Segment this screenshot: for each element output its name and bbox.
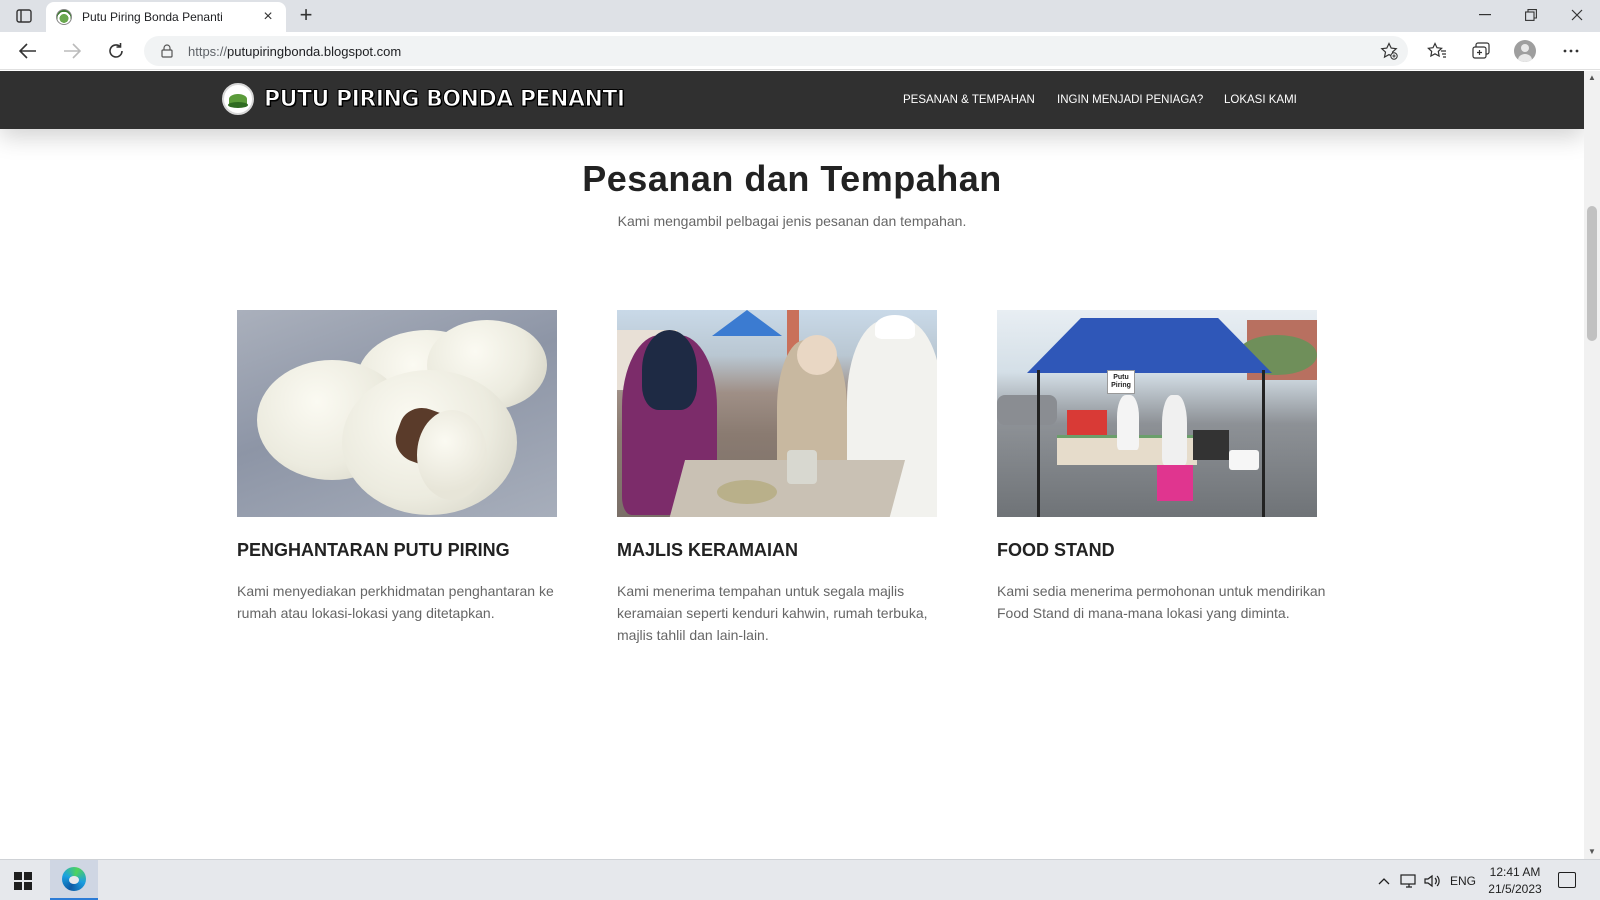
back-icon[interactable] bbox=[14, 38, 42, 64]
menu-item-peniaga[interactable]: INGIN MENJADI PENIAGA? bbox=[1057, 94, 1203, 106]
windows-start-icon[interactable] bbox=[14, 872, 32, 890]
site-brand[interactable]: PUTU PIRING BONDA PENANTI bbox=[222, 83, 626, 115]
close-window-icon[interactable] bbox=[1554, 0, 1600, 30]
site-favicon-icon bbox=[56, 9, 72, 25]
card-title: FOOD STAND bbox=[997, 540, 1115, 560]
screen: Putu Piring Bonda Penanti × + https://pu… bbox=[0, 0, 1600, 900]
page-viewport: PUTU PIRING BONDA PENANTI PESANAN & TEMP… bbox=[0, 71, 1584, 859]
forward-icon[interactable] bbox=[58, 38, 86, 64]
tab-close-icon[interactable]: × bbox=[260, 9, 276, 25]
tab-title: Putu Piring Bonda Penanti bbox=[82, 10, 223, 24]
putu-piring-photo bbox=[237, 310, 557, 517]
restore-icon[interactable] bbox=[1508, 0, 1554, 30]
brand-title[interactable]: PUTU PIRING BONDA PENANTI bbox=[264, 86, 626, 112]
tray-chevron-icon[interactable] bbox=[1378, 860, 1390, 900]
service-card-food-stand: Putu Piring FOOD STAND Kami sedia meneri… bbox=[997, 310, 1347, 621]
favorites-icon[interactable] bbox=[1426, 40, 1448, 62]
menu-item-lokasi[interactable]: LOKASI KAMI bbox=[1224, 94, 1297, 106]
main-menu-2: INGIN MENJADI PENIAGA? bbox=[1057, 71, 1203, 129]
card-title: PENGHANTARAN PUTU PIRING bbox=[237, 540, 510, 560]
card-text: Kami menerima tempahan untuk segala majl… bbox=[617, 583, 928, 643]
windows-taskbar: ENG 12:41 AM 21/5/2023 bbox=[0, 859, 1600, 900]
new-tab-icon[interactable]: + bbox=[294, 4, 318, 28]
scroll-down-icon[interactable]: ▼ bbox=[1584, 845, 1600, 859]
url-text[interactable]: https://putupiringbonda.blogspot.com bbox=[188, 44, 401, 59]
browser-titlebar: Putu Piring Bonda Penanti × + bbox=[0, 0, 1600, 32]
network-icon[interactable] bbox=[1400, 860, 1418, 900]
service-card-majlis: MAJLIS KERAMAIAN Kami menerima tempahan … bbox=[617, 310, 967, 643]
main-menu-3: LOKASI KAMI bbox=[1224, 71, 1297, 129]
clock-date: 21/5/2023 bbox=[1488, 882, 1542, 896]
site-header: PUTU PIRING BONDA PENANTI PESANAN & TEMP… bbox=[0, 71, 1584, 129]
tab-actions-icon[interactable] bbox=[12, 6, 36, 26]
clock-time: 12:41 AM bbox=[1489, 865, 1541, 879]
card-text: Kami sedia menerima permohonan untuk men… bbox=[997, 583, 1326, 621]
scroll-up-icon[interactable]: ▲ bbox=[1584, 71, 1600, 85]
scroll-thumb[interactable] bbox=[1587, 206, 1597, 341]
profile-avatar[interactable] bbox=[1514, 40, 1536, 62]
lock-icon[interactable] bbox=[160, 44, 174, 58]
putu-piring-sign: Putu Piring bbox=[1107, 370, 1135, 394]
edge-logo-icon bbox=[62, 867, 86, 891]
volume-icon[interactable] bbox=[1424, 860, 1442, 900]
browser-toolbar: https://putupiringbonda.blogspot.com bbox=[0, 32, 1600, 70]
majlis-photo bbox=[617, 310, 937, 517]
menu-item-pesanan[interactable]: PESANAN & TEMPAHAN bbox=[903, 94, 1035, 106]
card-text: Kami menyediakan perkhidmatan penghantar… bbox=[237, 583, 554, 621]
add-favorite-icon[interactable] bbox=[1380, 42, 1398, 60]
taskbar-clock[interactable]: 12:41 AM 21/5/2023 bbox=[1480, 864, 1550, 898]
browser-tab-active[interactable]: Putu Piring Bonda Penanti × bbox=[46, 2, 286, 32]
refresh-icon[interactable] bbox=[102, 38, 130, 64]
section-subtitle: Kami mengambil pelbagai jenis pesanan da… bbox=[617, 213, 967, 229]
food-stand-photo: Putu Piring bbox=[997, 310, 1317, 517]
notification-icon[interactable] bbox=[1558, 872, 1576, 888]
brand-logo-icon[interactable] bbox=[222, 83, 254, 115]
language-indicator[interactable]: ENG bbox=[1450, 860, 1476, 900]
main-menu: PESANAN & TEMPAHAN bbox=[903, 71, 1035, 129]
section-title: Pesanan dan Tempahan bbox=[582, 158, 1002, 199]
page-scrollbar[interactable]: ▲ ▼ bbox=[1584, 71, 1600, 859]
collections-icon[interactable] bbox=[1470, 40, 1492, 62]
address-bar[interactable]: https://putupiringbonda.blogspot.com bbox=[144, 36, 1408, 66]
taskbar-edge-app[interactable] bbox=[50, 860, 98, 900]
minimize-icon[interactable] bbox=[1462, 0, 1508, 30]
service-card-penghantaran: PENGHANTARAN PUTU PIRING Kami menyediaka… bbox=[237, 310, 587, 621]
more-options-icon[interactable] bbox=[1560, 40, 1582, 62]
card-title: MAJLIS KERAMAIAN bbox=[617, 540, 799, 560]
